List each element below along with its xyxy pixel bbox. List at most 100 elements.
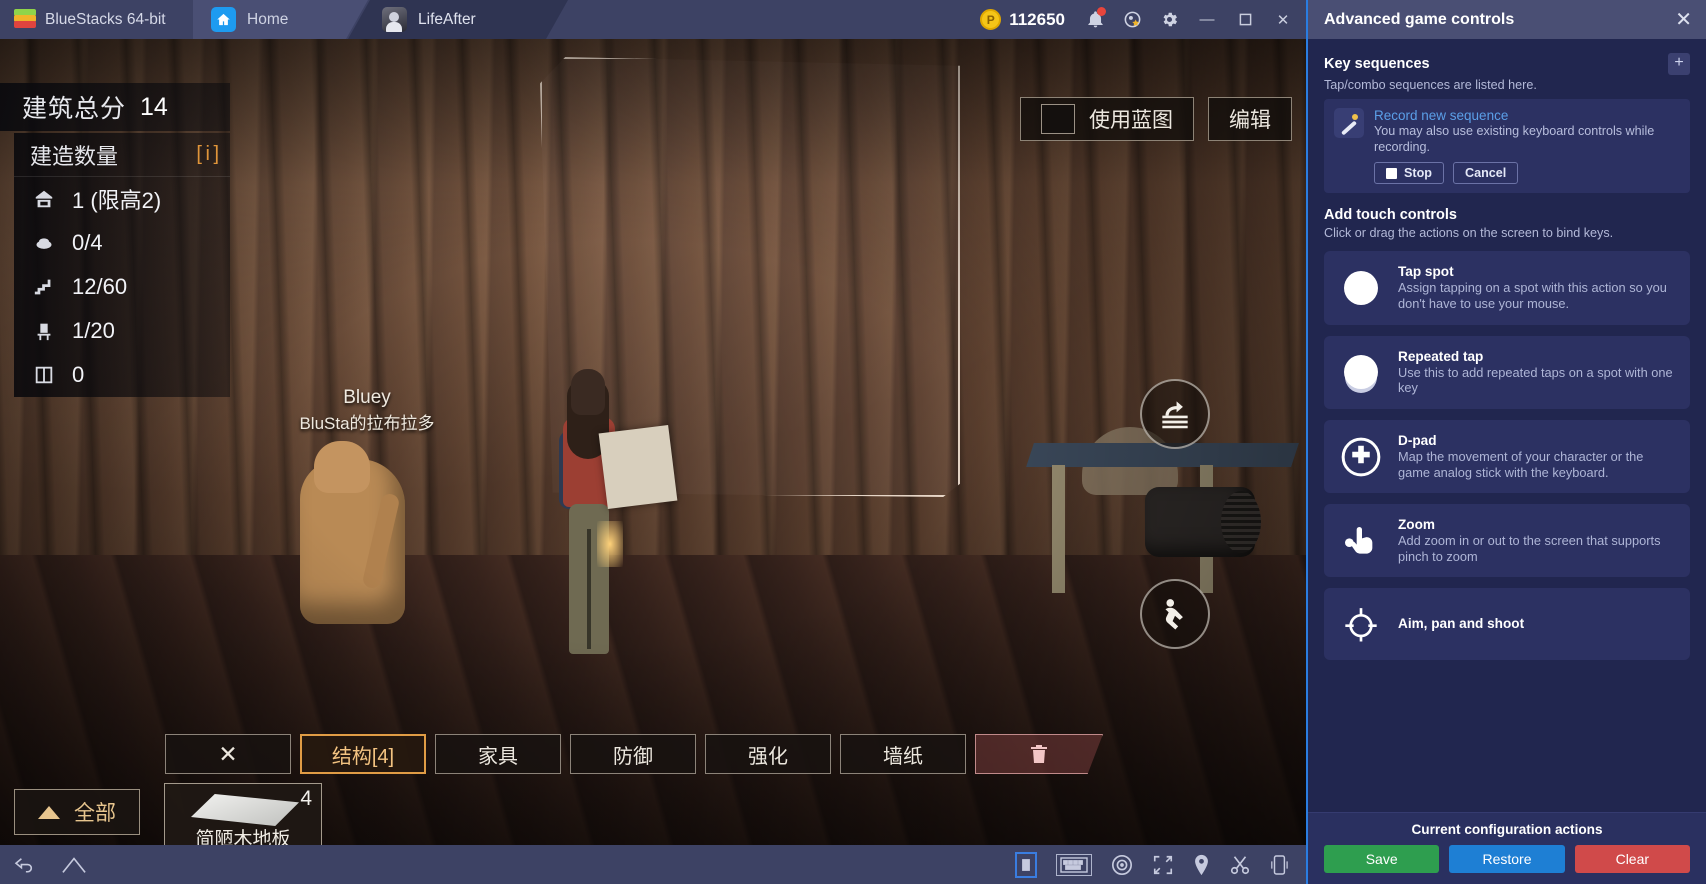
- titlebar-right-group: P 112650 — ✕: [968, 0, 1306, 39]
- stat-value: 0/4: [72, 230, 103, 255]
- touch-controls-heading: Add touch controls: [1324, 207, 1457, 224]
- cancel-label: Cancel: [1464, 166, 1507, 181]
- tab-lifeafter[interactable]: LifeAfter: [348, 0, 568, 39]
- stop-recording-button[interactable]: Stop: [1374, 162, 1444, 185]
- stone-icon: [30, 230, 58, 256]
- app-avatar: [382, 7, 407, 32]
- toolbar-delete-button[interactable]: [975, 734, 1103, 774]
- item-quantity: 4: [300, 787, 312, 810]
- build-count-panel: 建造数量 [ i ] 1 (限高2) 0/4 12/60 1/20 0: [14, 133, 230, 397]
- panel-body[interactable]: Key sequences + Tap/combo sequences are …: [1308, 39, 1706, 812]
- fullscreen-icon[interactable]: [1152, 854, 1174, 876]
- back-icon[interactable]: [14, 856, 36, 874]
- notification-badge: [1097, 7, 1106, 16]
- stat-value: 1 (限高2): [72, 188, 162, 213]
- card-description: Use this to add repeated taps on a spot …: [1398, 364, 1673, 396]
- panel-footer: Current configuration actions Save Resto…: [1308, 812, 1706, 884]
- minimize-button[interactable]: —: [1188, 0, 1226, 39]
- wand-icon: [1334, 108, 1364, 138]
- card-description: Map the movement of your character or th…: [1398, 448, 1644, 480]
- maximize-button[interactable]: [1226, 0, 1264, 39]
- edit-label: 编辑: [1229, 109, 1271, 132]
- card-title: D-pad: [1398, 432, 1437, 448]
- bluestacks-brand: BlueStacks 64-bit: [0, 0, 193, 39]
- build-category-toolbar: ✕ 结构[4] 家具 防御 强化 墙纸: [165, 734, 1103, 774]
- control-card-zoom[interactable]: Zoom Add zoom in or out to the screen th…: [1324, 504, 1690, 578]
- close-button[interactable]: ✕: [1264, 0, 1302, 39]
- item-name: 简陋木地板: [195, 829, 291, 845]
- volume-icon[interactable]: [1015, 851, 1037, 878]
- stat-row: 1/20: [14, 309, 230, 353]
- repeated-tap-icon: [1338, 349, 1384, 395]
- bluestacks-bottom-bar: [0, 845, 1306, 884]
- house-icon: [30, 186, 58, 212]
- toolbar-close-button[interactable]: ✕: [165, 734, 291, 774]
- bell-icon[interactable]: [1077, 0, 1114, 39]
- stat-row: 0: [14, 353, 230, 397]
- use-blueprint-button[interactable]: 使用蓝图: [1020, 97, 1194, 141]
- clear-button[interactable]: Clear: [1574, 845, 1690, 873]
- key-sequences-header: Key sequences +: [1324, 53, 1690, 75]
- info-icon[interactable]: [ i ]: [196, 143, 219, 166]
- eye-icon[interactable]: [1111, 854, 1133, 876]
- card-title: Zoom: [1398, 517, 1435, 533]
- edit-button[interactable]: 编辑: [1208, 97, 1292, 141]
- build-score-label: 建筑总分: [22, 95, 127, 123]
- triangle-icon: [38, 805, 60, 819]
- footer-heading: Current configuration actions: [1411, 822, 1603, 837]
- tab-lifeafter-label: LifeAfter: [418, 10, 476, 28]
- build-count-label: 建造数量: [30, 143, 119, 169]
- stat-row: 12/60: [14, 265, 230, 309]
- add-sequence-button[interactable]: +: [1668, 53, 1690, 75]
- pet-nameplate: Bluey BluSta的拉布拉多: [272, 387, 462, 434]
- toolbar-tab-defense[interactable]: 防御: [570, 734, 696, 774]
- cancel-recording-button[interactable]: Cancel: [1452, 162, 1519, 185]
- stat-row: 0/4: [14, 221, 230, 265]
- points-balance[interactable]: P 112650: [968, 9, 1077, 30]
- stat-value: 1/20: [72, 318, 115, 343]
- restore-button[interactable]: Restore: [1449, 845, 1565, 873]
- control-card-repeated-tap[interactable]: Repeated tap Use this to add repeated ta…: [1324, 335, 1690, 409]
- gear-icon[interactable]: [1151, 0, 1188, 39]
- item-slot-wood-floor[interactable]: 4 简陋木地板: [164, 783, 322, 845]
- game-viewport[interactable]: Bluey BluSta的拉布拉多 建筑总分 14 建造数量 [ i ] 1 (…: [0, 39, 1306, 845]
- stop-square-icon: [1386, 167, 1397, 179]
- control-card-dpad[interactable]: D-pad Map the movement of your character…: [1324, 419, 1690, 494]
- stop-label: Stop: [1404, 166, 1432, 181]
- record-description: You may also use existing keyboard contr…: [1374, 124, 1655, 154]
- card-title: Repeated tap: [1398, 348, 1484, 364]
- control-card-aim-pan-shoot[interactable]: Aim, pan and shoot: [1324, 588, 1690, 661]
- tab-home[interactable]: Home: [193, 0, 368, 39]
- tap-spot-icon: [1338, 265, 1384, 311]
- touch-controls-subtitle: Click or drag the actions on the screen …: [1324, 226, 1614, 241]
- scissors-icon[interactable]: [1229, 854, 1251, 876]
- control-card-tap-spot[interactable]: Tap spot Assign tapping on a spot with t…: [1324, 251, 1690, 325]
- aim-pan-shoot-icon: [1338, 601, 1384, 647]
- keyboard-icon[interactable]: [1056, 853, 1092, 876]
- rewards-icon[interactable]: [1114, 0, 1151, 39]
- filter-all-button[interactable]: 全部: [14, 789, 140, 835]
- toolbar-tab-enhance[interactable]: 强化: [705, 734, 831, 774]
- undo-layers-icon[interactable]: [1140, 379, 1210, 449]
- panel-close-icon[interactable]: ✕: [1675, 10, 1692, 30]
- tilt-icon[interactable]: [1270, 854, 1288, 876]
- build-top-actions: 使用蓝图 编辑: [1020, 97, 1292, 141]
- build-score: 建筑总分 14: [0, 83, 230, 131]
- zoom-pinch-icon: [1338, 518, 1384, 564]
- card-description: Assign tapping on a spot with this actio…: [1398, 280, 1667, 312]
- stairs-icon: [30, 274, 58, 300]
- bluestacks-brand-label: BlueStacks 64-bit: [45, 10, 166, 28]
- home-icon[interactable]: [62, 856, 86, 874]
- card-title: Aim, pan and shoot: [1398, 616, 1525, 632]
- location-icon[interactable]: [1193, 854, 1210, 876]
- toolbar-tab-wallpaper[interactable]: 墙纸: [840, 734, 966, 774]
- record-new-sequence-link[interactable]: Record new sequence: [1374, 108, 1680, 123]
- toolbar-tab-structure[interactable]: 结构[4]: [300, 734, 426, 774]
- toolbar-tab-furniture[interactable]: 家具: [435, 734, 561, 774]
- panel-title: Advanced game controls: [1324, 10, 1515, 28]
- card-title: Tap spot: [1398, 264, 1454, 280]
- crouch-icon[interactable]: [1140, 579, 1210, 649]
- checkbox-icon[interactable]: [1041, 104, 1075, 134]
- save-button[interactable]: Save: [1324, 845, 1440, 873]
- stat-value: 12/60: [72, 274, 128, 299]
